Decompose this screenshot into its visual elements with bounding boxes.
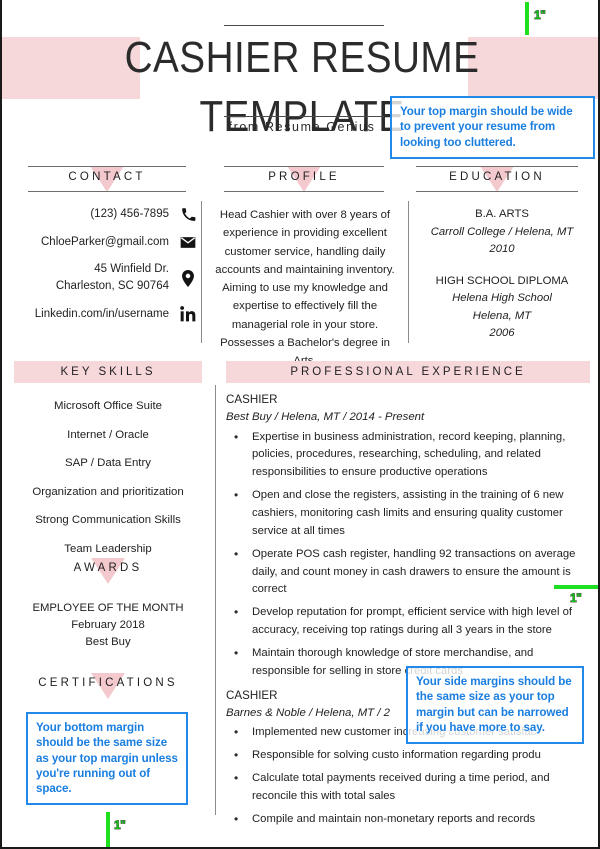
education-entry: B.A. ARTS Carroll College / Helena, MT 2… [414, 206, 590, 259]
divider [416, 166, 578, 167]
header-sub-rule [224, 116, 384, 117]
job-meta: Best Buy / Helena, MT / 2014 - Present [226, 411, 425, 424]
contact-value: 45 Winfield Dr. Charleston, SC 90764 [55, 263, 169, 293]
education-year: 2006 [489, 327, 515, 339]
annotation-bottom-margin: Your bottom margin should be the same si… [26, 712, 188, 806]
key-skill-item: Microsoft Office Suite [53, 400, 163, 412]
annotation-text: Your bottom margin should be the same si… [36, 721, 179, 796]
job-bullet: Operate POS cash register, handling 92 t… [226, 545, 592, 600]
divider [28, 191, 186, 192]
divider [224, 191, 384, 192]
experience-entry: CASHIER Best Buy / Helena, MT / 2014 - Pr… [226, 391, 592, 681]
education-list: B.A. ARTS Carroll College / Helena, MT 2… [414, 206, 590, 357]
key-skill-item: Organization and prioritization [32, 485, 184, 498]
annotation-side-margin: Your side margins should be the same siz… [406, 666, 584, 745]
section-header-profile: PROFILE [224, 166, 384, 194]
job-bullet: Compile and maintain non-monetary report… [226, 810, 592, 829]
margin-marker-label-top: 1" [534, 8, 547, 23]
key-skills-list: Microsoft Office Suite Internet / Oracle S… [8, 398, 208, 569]
job-bullet: Develop reputation for prompt, efficient… [226, 603, 592, 640]
resume-page: CASHIER RESUME TEMPLATE from Resume Geni… [0, 0, 600, 849]
divider [224, 166, 384, 167]
contact-item-address: 45 Winfield Dr. Charleston, SC 90764 [12, 261, 197, 294]
contact-item-email: ChloeParker@gmail.com [12, 234, 197, 251]
divider [28, 166, 186, 167]
experience-list: CASHIER Best Buy / Helena, MT / 2014 - Pr… [226, 391, 592, 834]
award-date: February 2018 [71, 618, 145, 631]
education-year: 2010 [489, 243, 515, 255]
education-location: Helena, MT [472, 309, 532, 322]
job-bullet: Responsible for solving custo informatio… [226, 746, 592, 765]
education-degree: HIGH SCHOOL DIPLOMA [435, 274, 569, 287]
job-bullet: Open and close the registers, assisting … [226, 486, 592, 541]
section-header-education: EDUCATION [416, 166, 578, 194]
column-divider [215, 385, 216, 815]
column-divider [201, 201, 202, 343]
education-degree: B.A. ARTS [475, 208, 529, 220]
key-skill-item: Team Leadership [64, 542, 152, 555]
contact-list: (123) 456-7895 ChloeParker@gmail.com 45 … [12, 206, 197, 333]
key-skill-item: SAP / Data Entry [65, 457, 151, 470]
section-header-key-skills: KEY SKILLS [14, 361, 202, 383]
education-school: Helena High School [452, 292, 552, 304]
education-entry: HIGH SCHOOL DIPLOMA Helena High School H… [414, 273, 590, 343]
section-header-awards: AWARDS [38, 558, 178, 584]
award-company: Best Buy [85, 635, 131, 648]
award-title: EMPLOYEE OF THE MONTH [32, 602, 184, 614]
annotation-text: Your top margin should be wide to preven… [400, 105, 574, 149]
margin-marker-line-right [554, 585, 598, 589]
job-bullet: Expertise in business administration, re… [226, 428, 592, 483]
job-bullet-list: Expertise in business administration, re… [226, 428, 592, 681]
profile-summary: Head Cashier with over 8 years of experi… [215, 209, 395, 367]
section-label: PROFESSIONAL EXPERIENCE [290, 366, 526, 378]
section-label: CERTIFICATIONS [38, 677, 178, 689]
section-label: CONTACT [68, 171, 146, 183]
contact-value: ChloeParker@gmail.com [41, 235, 169, 248]
awards-entry: EMPLOYEE OF THE MONTH February 2018 Best… [8, 600, 208, 651]
margin-marker-label-bottom: 1" [114, 818, 127, 833]
phone-icon [179, 207, 197, 222]
margin-marker-line-bottom [106, 812, 110, 847]
contact-value: Linkedin.com/in/username [34, 307, 169, 320]
divider [416, 191, 578, 192]
margin-marker-line-top [525, 2, 529, 35]
key-skill-item: Internet / Oracle [67, 428, 149, 441]
location-pin-icon [179, 269, 197, 287]
contact-item-phone: (123) 456-7895 [12, 206, 197, 223]
linkedin-icon [179, 306, 197, 322]
section-header-professional-experience: PROFESSIONAL EXPERIENCE [226, 361, 590, 383]
contact-value: (123) 456-7895 [90, 208, 169, 220]
section-label: AWARDS [73, 562, 143, 574]
section-label: KEY SKILLS [60, 366, 156, 378]
section-label: EDUCATION [449, 171, 545, 183]
header-top-rule [224, 25, 384, 26]
annotation-top-margin: Your top margin should be wide to preven… [390, 96, 595, 159]
section-label: PROFILE [268, 171, 340, 183]
envelope-icon [179, 236, 197, 249]
education-school: Carroll College / Helena, MT [430, 225, 574, 238]
job-title: CASHIER [226, 393, 278, 406]
annotation-text: Your side margins should be the same siz… [416, 675, 573, 735]
key-skill-item: Strong Communication Skills [35, 514, 181, 527]
contact-item-linkedin: Linkedin.com/in/username [12, 306, 197, 323]
section-header-contact: CONTACT [28, 166, 186, 194]
column-divider [408, 201, 409, 343]
section-header-certifications: CERTIFICATIONS [28, 673, 188, 699]
job-bullet: Calculate total payments received during… [226, 769, 592, 806]
margin-marker-label-right: 1" [570, 591, 583, 606]
